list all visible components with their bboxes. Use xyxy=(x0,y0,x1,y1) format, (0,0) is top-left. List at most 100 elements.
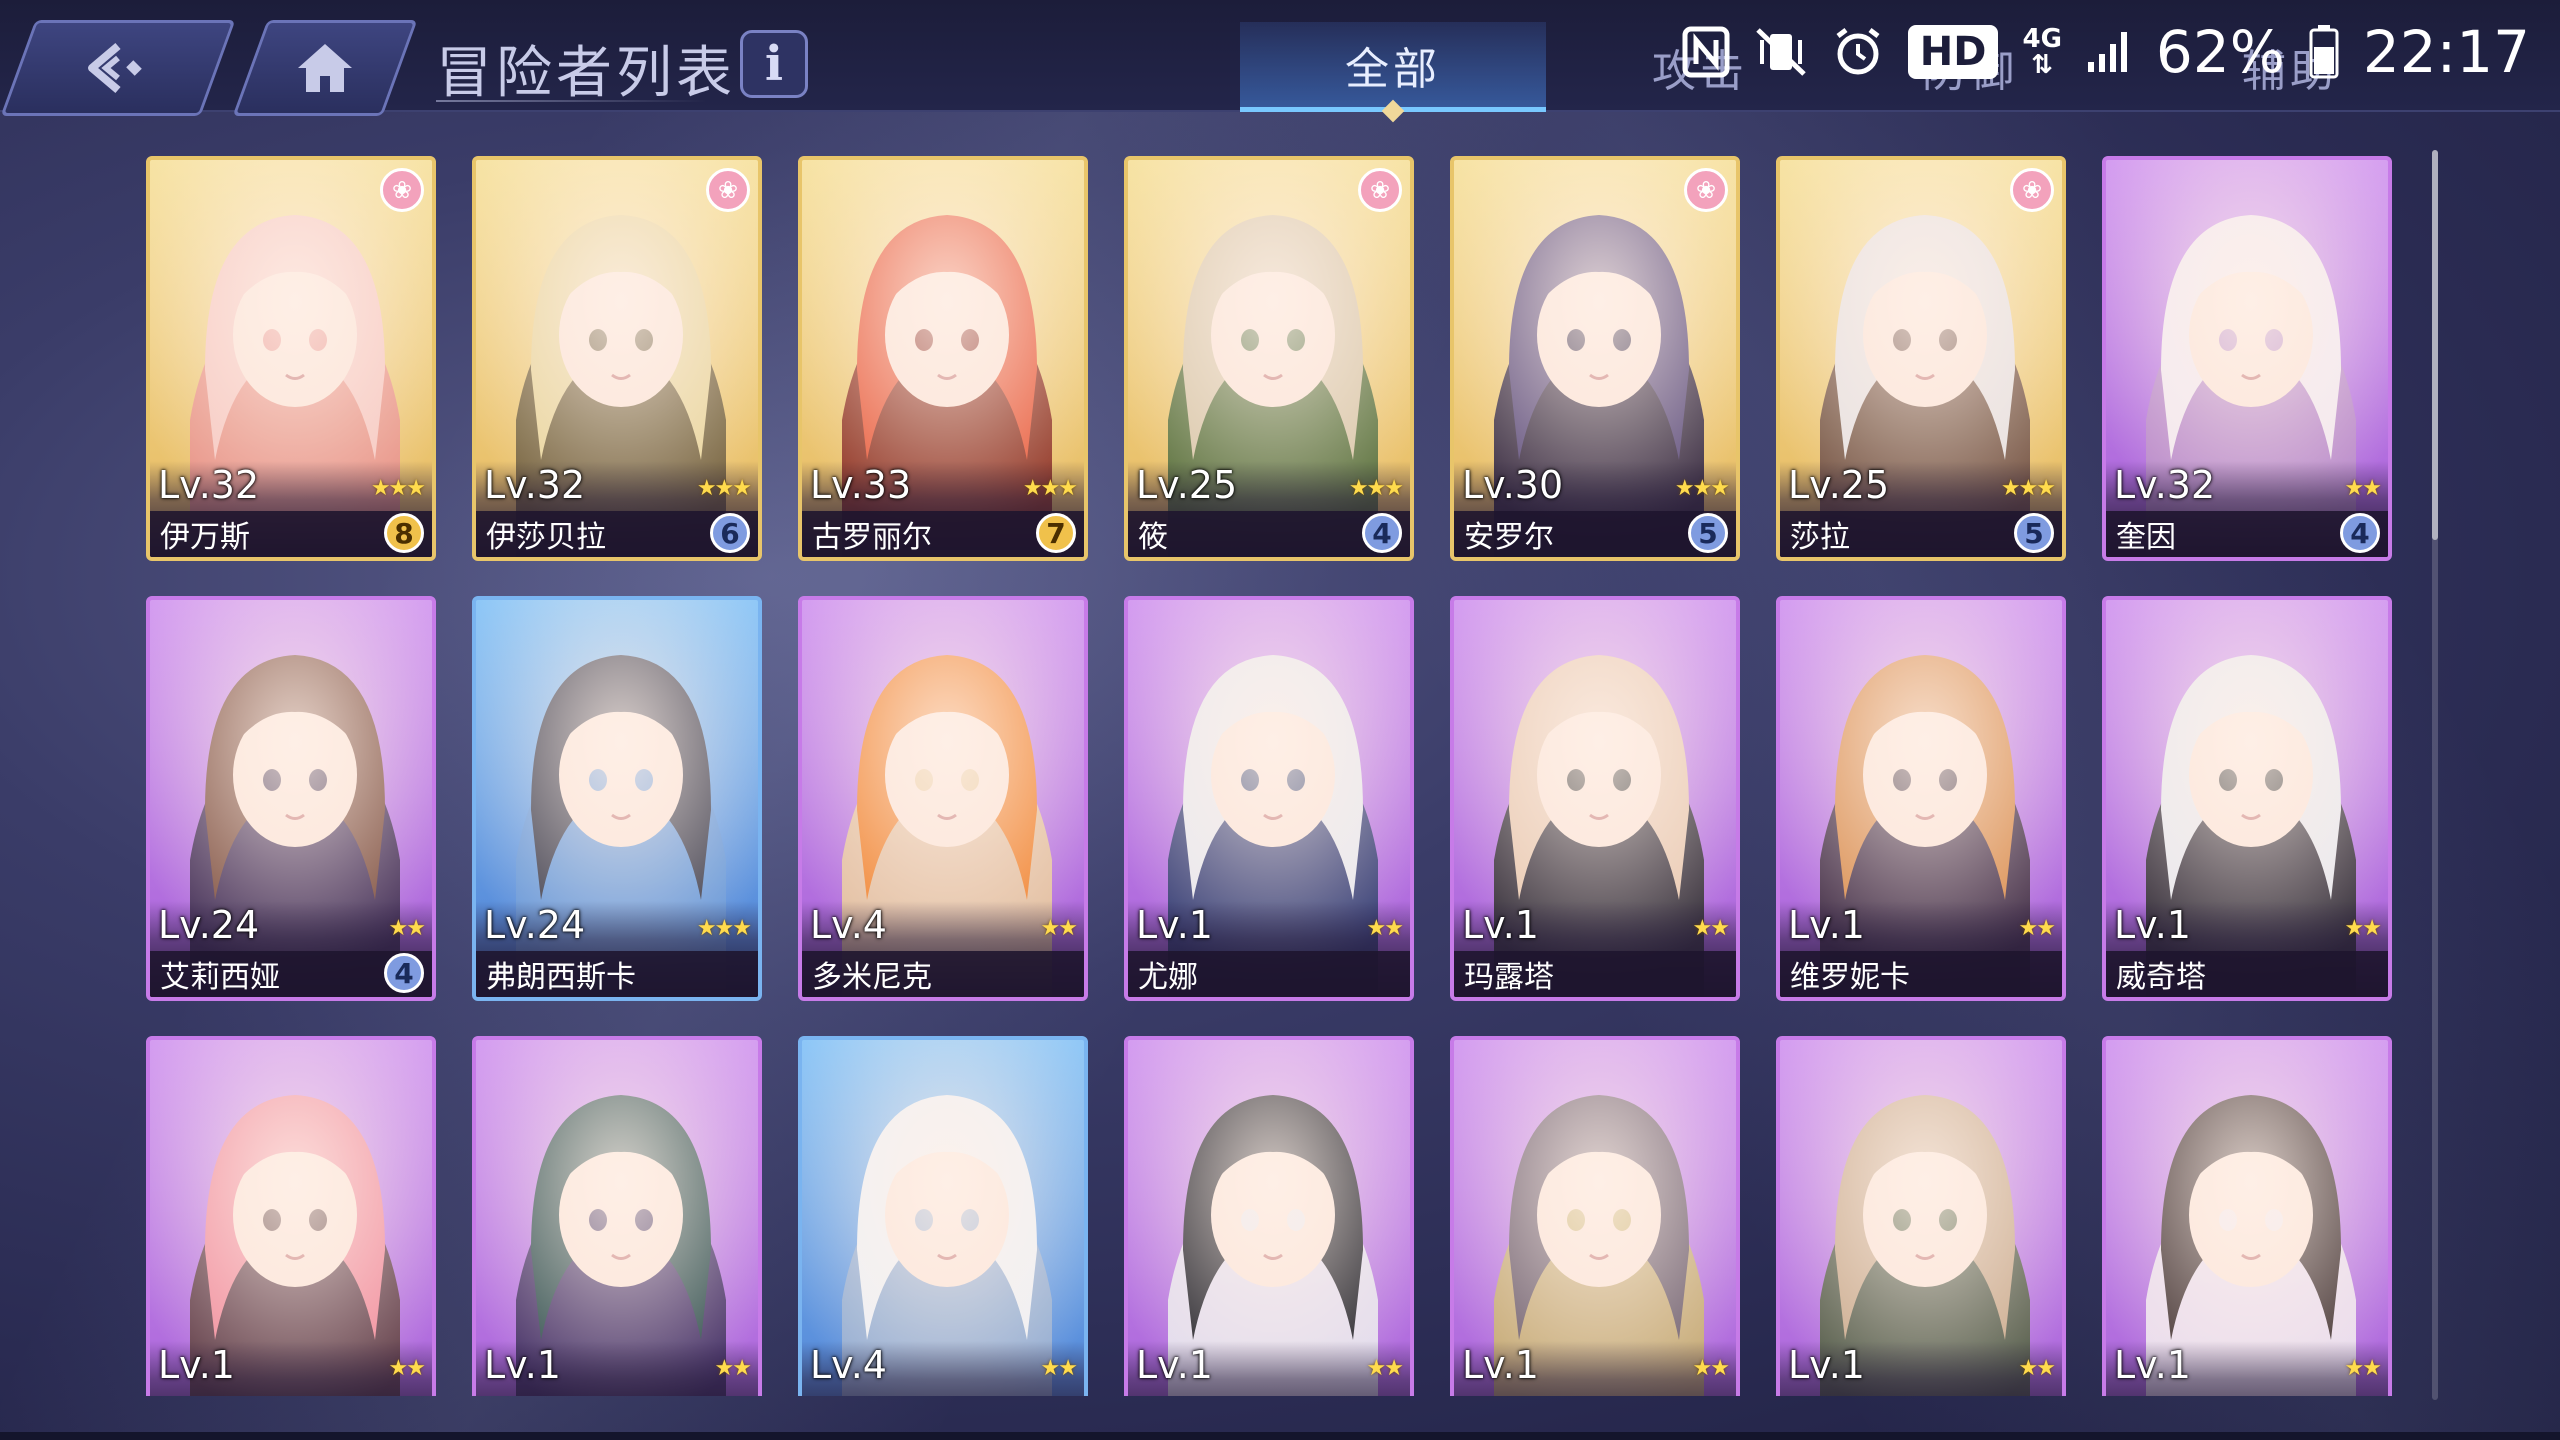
star-rating: ★★ xyxy=(1692,1356,1730,1381)
paw-icon: ❀ xyxy=(380,168,424,212)
character-level: Lv.1 xyxy=(484,1343,561,1387)
tab-all[interactable]: 全部 xyxy=(1240,22,1546,123)
signal-icon xyxy=(2086,30,2132,74)
character-level: Lv.25 xyxy=(1788,463,1890,507)
paw-icon: ❀ xyxy=(706,168,750,212)
adventurer-card[interactable]: ❀ Lv.32 ★★★ 伊莎贝拉 6 xyxy=(472,156,762,561)
paw-icon: ❀ xyxy=(1684,168,1728,212)
tab-active-marker xyxy=(1381,99,1405,123)
rank-badge: 5 xyxy=(1688,513,1728,553)
title-underline xyxy=(436,100,706,102)
star-rating: ★★★ xyxy=(2000,476,2056,501)
character-level: Lv.1 xyxy=(1462,1343,1539,1387)
adventurer-card[interactable]: Lv.1 ★★ xyxy=(1776,1036,2066,1396)
vibrate-mute-icon xyxy=(1754,26,1808,78)
character-level: Lv.33 xyxy=(810,463,912,507)
character-level: Lv.1 xyxy=(2114,1343,2191,1387)
star-rating: ★★★ xyxy=(1022,476,1078,501)
adventurer-card[interactable]: Lv.4 ★★ xyxy=(798,1036,1088,1396)
adventurer-card[interactable]: Lv.1 ★★ 尤娜 xyxy=(1124,596,1414,1001)
hd-badge: HD xyxy=(1907,25,1999,79)
character-level: Lv.1 xyxy=(1136,1343,1213,1387)
character-name: 弗朗西斯卡 xyxy=(476,951,758,997)
battery-icon xyxy=(2309,25,2339,79)
home-button[interactable] xyxy=(232,20,418,116)
star-rating: ★★★ xyxy=(370,476,426,501)
tab-label: 全部 xyxy=(1345,43,1441,95)
adventurer-card[interactable]: Lv.1 ★★ 玛露塔 xyxy=(1450,596,1740,1001)
rank-badge: 8 xyxy=(384,513,424,553)
rank-badge: 5 xyxy=(2014,513,2054,553)
character-name: 维罗妮卡 xyxy=(1780,951,2062,997)
character-level: Lv.32 xyxy=(484,463,586,507)
star-rating: ★★ xyxy=(1366,916,1404,941)
adventurer-card[interactable]: ❀ Lv.32 ★★★ 伊万斯 8 xyxy=(146,156,436,561)
character-level: Lv.1 xyxy=(1136,903,1213,947)
adventurer-card[interactable]: Lv.1 ★★ xyxy=(146,1036,436,1396)
character-name: 多米尼克 xyxy=(802,951,1084,997)
page-title: 冒险者列表 xyxy=(436,41,736,106)
paw-icon: ❀ xyxy=(2010,168,2054,212)
star-rating: ★★★ xyxy=(1348,476,1404,501)
star-rating: ★★ xyxy=(2018,916,2056,941)
adventurer-card[interactable]: ❀ Lv.30 ★★★ 安罗尔 5 xyxy=(1450,156,1740,561)
adventurer-card[interactable]: Lv.1 ★★ xyxy=(472,1036,762,1396)
character-level: Lv.32 xyxy=(2114,463,2216,507)
scrollbar[interactable] xyxy=(2432,150,2438,1400)
character-level: Lv.1 xyxy=(1788,903,1865,947)
character-level: Lv.30 xyxy=(1462,463,1564,507)
character-name: 玛露塔 xyxy=(1454,951,1736,997)
adventurer-card[interactable]: Lv.1 ★★ xyxy=(1450,1036,1740,1396)
character-level: Lv.24 xyxy=(158,903,260,947)
star-rating: ★★ xyxy=(1366,1356,1404,1381)
star-rating: ★★ xyxy=(1692,916,1730,941)
character-level: Lv.25 xyxy=(1136,463,1238,507)
star-rating: ★★ xyxy=(2344,916,2382,941)
star-rating: ★★ xyxy=(1040,1356,1078,1381)
star-rating: ★★ xyxy=(1040,916,1078,941)
rank-badge: 4 xyxy=(384,953,424,993)
adventurer-card[interactable]: Lv.4 ★★ 多米尼克 xyxy=(798,596,1088,1001)
adventurer-card[interactable]: Lv.1 ★★ xyxy=(2102,1036,2392,1396)
adventurer-card[interactable]: ❀ Lv.25 ★★★ 莎拉 5 xyxy=(1776,156,2066,561)
star-rating: ★★ xyxy=(388,916,426,941)
adventurer-card[interactable]: Lv.33 ★★★ 古罗丽尔 7 xyxy=(798,156,1088,561)
bottom-edge xyxy=(0,1432,2560,1440)
rank-badge: 6 xyxy=(710,513,750,553)
battery-percent: 62% xyxy=(2155,18,2285,86)
adventurer-card[interactable]: Lv.1 ★★ xyxy=(1124,1036,1414,1396)
adventurer-card[interactable]: Lv.1 ★★ 威奇塔 xyxy=(2102,596,2392,1001)
star-rating: ★★★ xyxy=(1674,476,1730,501)
adventurer-grid: ❀ Lv.32 ★★★ 伊万斯 8 ❀ Lv.32 ★★★ 伊莎贝拉 6 Lv.33 ★★★ 古罗丽尔 7… xyxy=(146,156,2406,1396)
star-rating: ★★ xyxy=(2344,1356,2382,1381)
paw-icon: ❀ xyxy=(1358,168,1402,212)
adventurer-card[interactable]: Lv.24 ★★ 艾莉西娅 4 xyxy=(146,596,436,1001)
character-level: Lv.24 xyxy=(484,903,586,947)
star-rating: ★★★ xyxy=(696,476,752,501)
info-button[interactable]: i xyxy=(740,30,808,98)
rank-badge: 4 xyxy=(1362,513,1402,553)
adventurer-card[interactable]: Lv.24 ★★★ 弗朗西斯卡 xyxy=(472,596,762,1001)
character-name: 尤娜 xyxy=(1128,951,1410,997)
adventurer-card[interactable]: ❀ Lv.25 ★★★ 筱 4 xyxy=(1124,156,1414,561)
star-rating: ★★ xyxy=(388,1356,426,1381)
adventurer-card[interactable]: Lv.1 ★★ 维罗妮卡 xyxy=(1776,596,2066,1001)
character-level: Lv.4 xyxy=(810,903,887,947)
character-level: Lv.4 xyxy=(810,1343,887,1387)
character-level: Lv.1 xyxy=(1462,903,1539,947)
back-button[interactable] xyxy=(0,20,236,116)
data-arrows-icon: ⇅ xyxy=(2031,50,2054,80)
alarm-icon xyxy=(1832,26,1884,78)
character-level: Lv.1 xyxy=(158,1343,235,1387)
network-indicator: 4G ⇅ xyxy=(2022,26,2061,78)
character-name: 威奇塔 xyxy=(2106,951,2388,997)
back-arrow-icon xyxy=(21,23,215,113)
adventurer-card[interactable]: Lv.32 ★★ 奎因 4 xyxy=(2102,156,2392,561)
star-rating: ★★ xyxy=(2018,1356,2056,1381)
rank-badge: 4 xyxy=(2340,513,2380,553)
character-level: Lv.1 xyxy=(2114,903,2191,947)
scrollbar-thumb[interactable] xyxy=(2432,150,2438,540)
character-level: Lv.32 xyxy=(158,463,260,507)
character-level: Lv.1 xyxy=(1788,1343,1865,1387)
star-rating: ★★ xyxy=(714,1356,752,1381)
